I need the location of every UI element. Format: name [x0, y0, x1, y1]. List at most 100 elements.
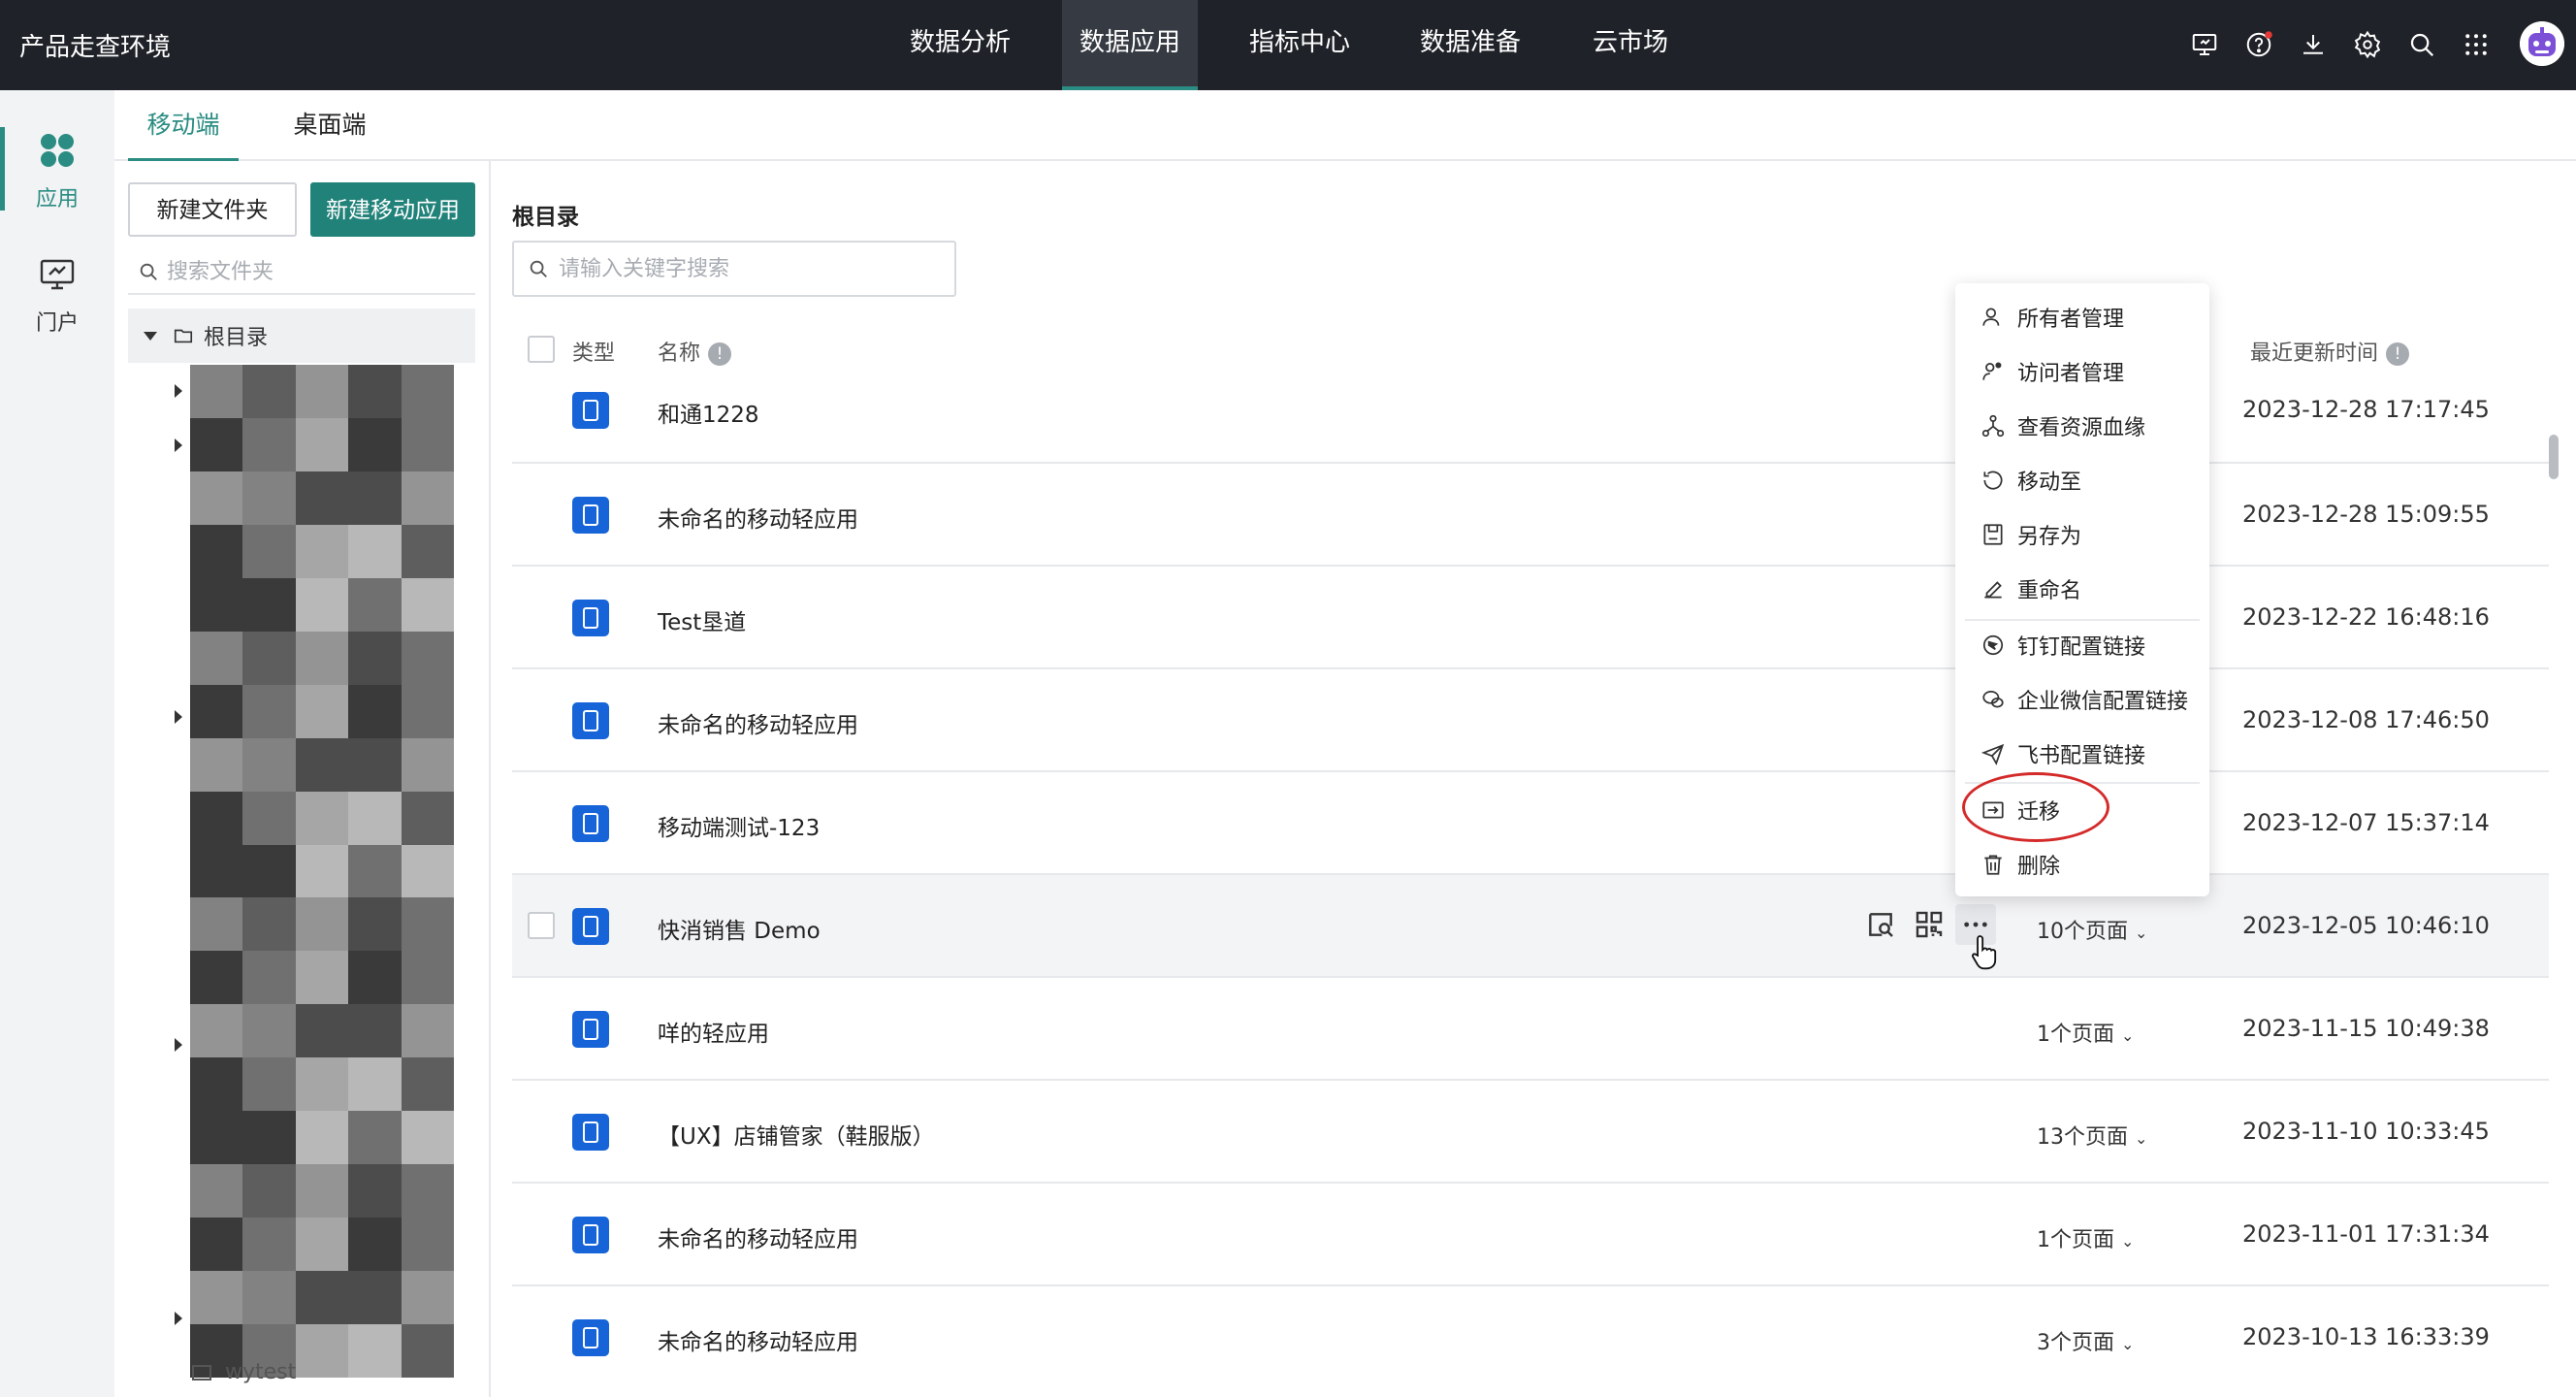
row-name[interactable]: 移动端测试-123 [658, 809, 820, 842]
row-page-count[interactable]: 3个页面 ⌄ [2037, 1325, 2134, 1356]
apps-grid-icon[interactable] [2458, 26, 2495, 63]
row-page-count[interactable]: 1个页面 ⌄ [2037, 1017, 2134, 1048]
row-updated-time: 2023-12-22 16:48:16 [2242, 603, 2490, 631]
table-row[interactable]: 未命名的移动轻应用 2023-12-08 17:46:50 [512, 669, 2549, 772]
redacted-mosaic-tile [190, 737, 243, 792]
caret-right-icon[interactable] [175, 1312, 182, 1325]
redacted-mosaic-tile [295, 1111, 349, 1165]
download-icon[interactable] [2295, 26, 2332, 63]
row-name[interactable]: 快消销售 Demo [658, 912, 821, 945]
table-row-hovered[interactable]: 快消销售 Demo 10个页面 ⌄ 2023-12-05 10:46:10 [512, 875, 2549, 978]
table-row[interactable]: Test垦道 2023-12-22 16:48:16 [512, 567, 2549, 669]
redacted-mosaic-tile [401, 1271, 454, 1325]
redacted-mosaic-tile [190, 951, 243, 1005]
row-name[interactable]: 未命名的移动轻应用 [658, 706, 858, 739]
rail-item-portal[interactable]: 门户 [0, 255, 114, 372]
new-folder-button[interactable]: 新建文件夹 [128, 182, 297, 237]
rail-item-apps[interactable]: 应用 [0, 90, 114, 226]
mobile-app-icon [572, 1319, 609, 1356]
table-row[interactable]: 未命名的移动轻应用 2023-12-28 15:09:55 [512, 464, 2549, 567]
redacted-mosaic-tile [190, 844, 243, 898]
nav-item-data-application[interactable]: 数据应用 [1062, 0, 1198, 90]
row-name[interactable]: Test垦道 [658, 603, 746, 636]
menu-item-rename[interactable]: 重命名 [1955, 563, 2209, 615]
file-search-input[interactable] [559, 256, 947, 281]
row-name[interactable]: 【UX】店铺管家（鞋服版） [658, 1118, 935, 1151]
screen-icon[interactable] [2186, 26, 2223, 63]
redacted-mosaic-tile [348, 1111, 402, 1165]
table-row[interactable]: 未命名的移动轻应用 1个页面 ⌄ 2023-11-01 17:31:34 [512, 1184, 2549, 1286]
caret-down-icon[interactable] [144, 331, 157, 341]
redacted-mosaic-tile [348, 737, 402, 792]
help-icon[interactable] [2240, 26, 2277, 63]
nav-item-data-analysis[interactable]: 数据分析 [892, 0, 1028, 90]
preview-icon[interactable] [1860, 904, 1901, 945]
menu-item-wecom-link[interactable]: 企业微信配置链接 [1955, 673, 2209, 726]
caret-right-icon[interactable] [175, 439, 182, 452]
avatar[interactable] [2520, 21, 2564, 66]
nav-item-metrics-center[interactable]: 指标中心 [1232, 0, 1368, 90]
redacted-mosaic-tile [348, 1218, 402, 1272]
portal-icon [0, 255, 114, 298]
rail-label-apps: 应用 [35, 187, 79, 211]
row-name[interactable]: 未命名的移动轻应用 [658, 1323, 858, 1356]
redacted-mosaic-tile [348, 524, 402, 578]
tree-root-label: 根目录 [204, 326, 269, 350]
new-mobile-app-button[interactable]: 新建移动应用 [310, 182, 475, 237]
menu-item-resource-lineage[interactable]: 查看资源血缘 [1955, 400, 2209, 452]
menu-item-feishu-link[interactable]: 飞书配置链接 [1955, 728, 2209, 780]
qrcode-icon[interactable] [1909, 904, 1949, 945]
menu-item-delete[interactable]: 删除 [1955, 838, 2209, 891]
caret-right-icon[interactable] [175, 710, 182, 724]
menu-item-label: 访问者管理 [2017, 362, 2125, 386]
folder-search-input[interactable] [167, 259, 458, 284]
table-row[interactable]: 咩的轻应用 1个页面 ⌄ 2023-11-15 10:49:38 [512, 978, 2549, 1081]
menu-item-move-to[interactable]: 移动至 [1955, 454, 2209, 506]
redacted-mosaic-tile [348, 577, 402, 632]
tab-desktop[interactable]: 桌面端 [279, 90, 380, 161]
chevron-down-icon: ⌄ [2121, 1026, 2135, 1045]
tree-item-wytest[interactable]: wytest [192, 1360, 296, 1384]
menu-item-visitor-management[interactable]: 访问者管理 [1955, 345, 2209, 398]
mobile-app-icon [572, 497, 609, 534]
redacted-mosaic-tile [348, 631, 402, 685]
mobile-app-icon [572, 1114, 609, 1151]
tree-root-node[interactable]: 根目录 [128, 309, 475, 363]
redacted-mosaic-tile [190, 524, 243, 578]
table-row[interactable]: 【UX】店铺管家（鞋服版） 13个页面 ⌄ 2023-11-10 10:33:4… [512, 1081, 2549, 1184]
folder-search[interactable] [128, 250, 475, 295]
caret-right-icon[interactable] [175, 384, 182, 398]
row-checkbox[interactable] [528, 912, 555, 939]
row-page-count[interactable]: 13个页面 ⌄ [2037, 1120, 2147, 1151]
settings-icon[interactable] [2349, 26, 2386, 63]
wecom-icon [1982, 691, 2004, 708]
row-name[interactable]: 咩的轻应用 [658, 1015, 769, 1048]
table-row[interactable]: 和通1228 2023-12-28 17:17:45 [512, 359, 2549, 464]
search-icon[interactable] [2403, 26, 2440, 63]
redacted-mosaic-tile [295, 844, 349, 898]
file-search[interactable] [512, 241, 956, 297]
annotation-highlight-circle [1962, 772, 2109, 842]
scrollbar-thumb[interactable] [2549, 435, 2559, 479]
tab-mobile[interactable]: 移动端 [128, 90, 239, 163]
chevron-down-icon: ⌄ [2121, 1335, 2135, 1353]
nav-item-data-preparation[interactable]: 数据准备 [1402, 0, 1538, 90]
row-name[interactable]: 和通1228 [658, 396, 759, 429]
row-name[interactable]: 未命名的移动轻应用 [658, 501, 858, 534]
caret-right-icon[interactable] [175, 1038, 182, 1052]
row-page-count[interactable]: 1个页面 ⌄ [2037, 1222, 2134, 1253]
row-page-count[interactable]: 10个页面 ⌄ [2037, 914, 2147, 945]
table-row[interactable]: 未命名的移动轻应用 3个页面 ⌄ 2023-10-13 16:33:39 [512, 1286, 2549, 1389]
menu-item-owner-management[interactable]: 所有者管理 [1955, 291, 2209, 343]
redacted-mosaic-tile [295, 365, 349, 418]
redacted-mosaic-tile [401, 897, 454, 952]
menu-item-dingtalk-link[interactable]: 钉钉配置链接 [1955, 619, 2209, 671]
nav-item-cloud-market[interactable]: 云市场 [1576, 0, 1685, 90]
app-title: 产品走查环境 [19, 33, 172, 62]
row-name[interactable]: 未命名的移动轻应用 [658, 1220, 858, 1253]
table-row[interactable]: 移动端测试-123 2023-12-07 15:37:14 [512, 772, 2549, 875]
redacted-mosaic-tile [401, 577, 454, 632]
redacted-mosaic-tile [295, 1324, 349, 1378]
menu-item-save-as[interactable]: 另存为 [1955, 508, 2209, 561]
mobile-app-icon [572, 392, 609, 429]
